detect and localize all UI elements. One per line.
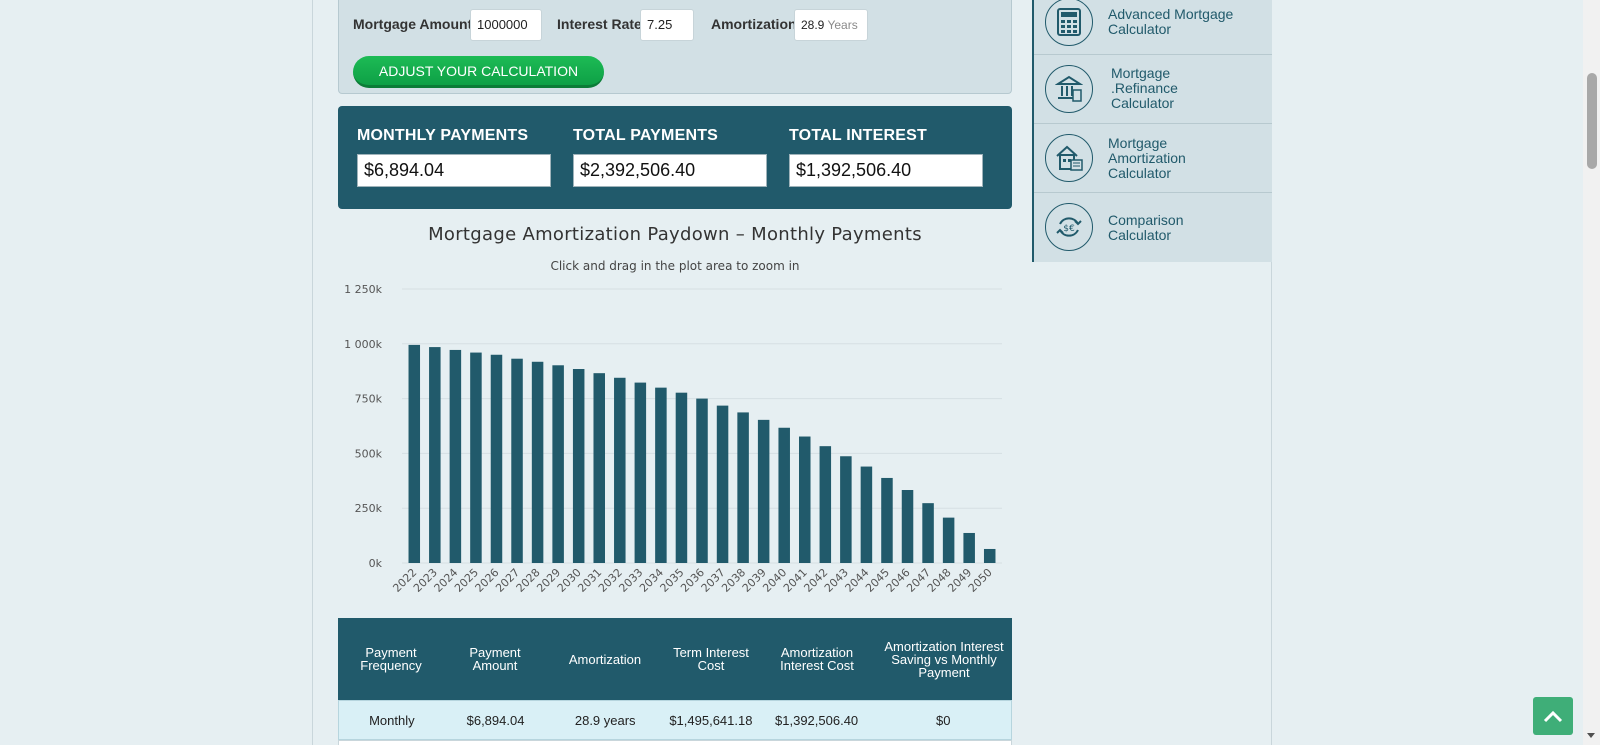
chart-title: Mortgage Amortization Paydown – Monthly … [428, 224, 922, 245]
x-tick-label: 2050 [966, 566, 995, 595]
interest-rate-input[interactable]: 7.25 [640, 9, 694, 41]
amortization-value: 28.9 [801, 18, 825, 32]
chart-bar[interactable] [901, 490, 914, 563]
calculator-sidebar: Advanced Mortgage Calculator Mortgage .R… [1032, 0, 1272, 262]
chevron-up-icon [1543, 710, 1563, 723]
svg-text:$€: $€ [1063, 224, 1075, 234]
adjust-calculation-button[interactable]: ADJUST YOUR CALCULATION [353, 56, 604, 88]
header-amortization: Amortization [568, 651, 642, 667]
scroll-down-arrow-icon[interactable] [1587, 733, 1595, 738]
sidebar-item-label: Comparison Calculator [1108, 212, 1184, 243]
cell-amortization: 28.9 years [574, 712, 636, 728]
header-amortization-interest-cost: Amortization Interest Cost [780, 645, 854, 673]
chart-bar[interactable] [675, 392, 688, 563]
chart-bar[interactable] [922, 503, 934, 563]
chart-bar[interactable] [429, 347, 441, 563]
calculator-icon [1045, 0, 1093, 46]
chart-bar[interactable] [696, 398, 708, 563]
chart-bar[interactable] [737, 412, 749, 563]
chart-bar[interactable] [614, 377, 626, 563]
house-icon [1045, 134, 1093, 182]
total-payments-label: TOTAL PAYMENTS [573, 127, 719, 144]
y-tick-label: 0k [369, 557, 383, 570]
chart-bar[interactable] [963, 532, 975, 563]
chart-bar[interactable] [408, 344, 421, 563]
total-payments-value: $2,392,506.40 [573, 154, 767, 187]
interest-rate-label: Interest Rate [557, 16, 642, 32]
page-scrollbar[interactable] [1583, 0, 1600, 745]
y-tick-label: 750k [355, 393, 383, 406]
table-row: Monthly $6,894.04 28.9 years $1,495,641.… [338, 700, 1012, 740]
sidebar-item-comparison[interactable]: $€ Comparison Calculator [1034, 193, 1272, 262]
results-panel: MONTHLY PAYMENTS $6,894.04 TOTAL PAYMENT… [338, 106, 1012, 209]
table-header: Payment Frequency Payment Amount Amortiz… [338, 618, 1012, 700]
compare-icon: $€ [1045, 203, 1093, 251]
chart-bar[interactable] [757, 419, 770, 563]
back-to-top-button[interactable] [1533, 697, 1573, 735]
chart-bar[interactable] [552, 365, 564, 563]
amortization-bar-chart[interactable]: 0k250k500k750k1 000k1 250k20222023202420… [338, 278, 1012, 608]
header-interest-saving: Amortization Interest Saving vs Monthly … [884, 638, 1004, 680]
total-interest-value: $1,392,506.40 [789, 154, 983, 187]
total-payments-block: TOTAL PAYMENTS $2,392,506.40 [573, 127, 767, 187]
y-tick-label: 250k [355, 502, 383, 515]
monthly-payments-label: MONTHLY PAYMENTS [357, 127, 529, 144]
scrollbar-thumb[interactable] [1587, 73, 1597, 169]
header-payment-amount: Payment Amount [469, 645, 521, 673]
amortization-label: Amortization [711, 16, 797, 32]
sidebar-item-amortization[interactable]: Mortgage Amortization Calculator [1034, 124, 1272, 193]
chart-bar[interactable] [881, 477, 893, 563]
monthly-payments-block: MONTHLY PAYMENTS $6,894.04 [357, 127, 551, 187]
total-interest-block: TOTAL INTEREST $1,392,506.40 [789, 127, 983, 187]
chart-bar[interactable] [716, 405, 729, 563]
total-interest-label: TOTAL INTEREST [789, 127, 927, 144]
cell-term-interest-cost: $1,495,641.18 [669, 712, 753, 728]
chart-bar[interactable] [572, 369, 585, 563]
cell-payment-amount: $6,894.04 [466, 712, 525, 728]
chart-bar[interactable] [983, 548, 996, 563]
header-payment-frequency: Payment Frequency [360, 645, 422, 673]
y-tick-label: 500k [355, 447, 383, 460]
chart-bar[interactable] [655, 387, 667, 563]
sidebar-item-label: Mortgage .Refinance Calculator [1111, 65, 1178, 111]
chart-bar[interactable] [531, 361, 544, 563]
cell-interest-saving: $0 [935, 712, 951, 728]
chart-bar[interactable] [449, 349, 462, 563]
chart-bar[interactable] [634, 382, 647, 563]
bank-icon [1045, 65, 1093, 113]
cell-amortization-interest-cost: $1,392,506.40 [775, 712, 859, 728]
y-tick-label: 1 000k [344, 338, 382, 351]
chart-bar[interactable] [511, 358, 523, 563]
chart-bar[interactable] [593, 373, 605, 563]
chart-bar[interactable] [778, 427, 790, 563]
header-term-interest-cost: Term Interest Cost [673, 645, 749, 673]
chart-bar[interactable] [840, 456, 852, 563]
chart-subtitle: Click and drag in the plot area to zoom … [550, 259, 800, 273]
mortgage-amount-input[interactable]: 1000000 [470, 9, 542, 41]
amortization-unit: Years [827, 18, 858, 32]
sidebar-item-refinance[interactable]: Mortgage .Refinance Calculator [1034, 55, 1272, 124]
chart-bar[interactable] [470, 352, 482, 563]
sidebar-item-label: Advanced Mortgage Calculator [1108, 6, 1234, 37]
sidebar-item-label: Mortgage Amortization Calculator [1108, 135, 1186, 181]
chart-bar[interactable] [819, 446, 832, 563]
sidebar-item-advanced-mortgage[interactable]: Advanced Mortgage Calculator [1034, 0, 1272, 55]
chart-bar[interactable] [860, 466, 873, 563]
table-row-next [338, 740, 1012, 745]
monthly-payments-value: $6,894.04 [357, 154, 551, 187]
chart-bar[interactable] [942, 517, 955, 563]
y-tick-label: 1 250k [344, 283, 382, 296]
mortgage-amount-label: Mortgage Amount [353, 16, 473, 32]
cell-frequency: Monthly [369, 712, 415, 728]
chart-bar[interactable] [799, 436, 811, 563]
amortization-input[interactable]: 28.9 Years [794, 9, 868, 41]
chart-bar[interactable] [490, 354, 503, 563]
payment-frequency-table: Payment Frequency Payment Amount Amortiz… [338, 618, 1012, 745]
